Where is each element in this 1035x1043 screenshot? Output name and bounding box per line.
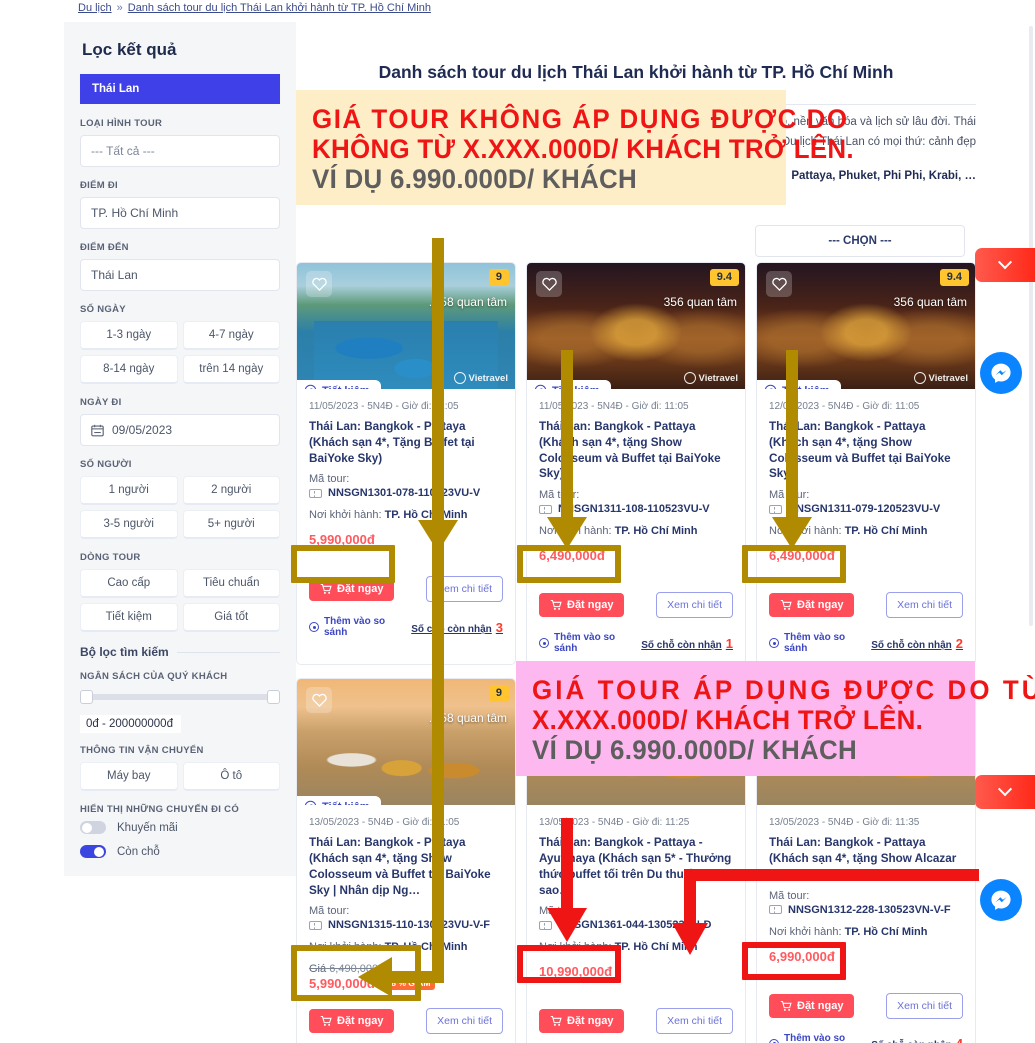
messenger-button-bottom[interactable]: [980, 879, 1022, 921]
floating-red-tab-top[interactable]: [975, 248, 1035, 282]
price-highlight-gold-1: [291, 545, 395, 583]
annotation-yellow-line2: KHÔNG TỪ X.XXX.000D/ KHÁCH TRỞ LÊN.: [312, 134, 854, 165]
annotation-pink-line1: GIÁ TOUR ÁP DỤNG ĐƯỢC DO TỪ: [532, 675, 1035, 705]
annotation-pink-line2: X.XXX.000D/ KHÁCH TRỞ LÊN.: [532, 705, 924, 736]
price-highlight-red-1: [517, 945, 621, 983]
annotation-yellow-line1: GIÁ TOUR KHÔNG ÁP DỤNG ĐƯỢC DO: [312, 104, 849, 134]
floating-red-tab-bottom[interactable]: [975, 775, 1035, 809]
annotation-yellow: GIÁ TOUR KHÔNG ÁP DỤNG ĐƯỢC DO KHÔNG TỪ …: [296, 90, 854, 205]
annotation-pink: GIÁ TOUR ÁP DỤNG ĐƯỢC DO TỪ X.XXX.000D/ …: [516, 661, 1035, 776]
price-highlight-gold-2: [517, 545, 621, 583]
messenger-icon: [991, 363, 1011, 383]
chevron-down-icon: [997, 782, 1013, 797]
messenger-button-top[interactable]: [980, 352, 1022, 394]
annotation-pink-line3: VÍ DỤ 6.990.000D/ KHÁCH: [532, 735, 857, 766]
messenger-icon: [991, 890, 1011, 910]
price-highlight-red-2: [742, 942, 846, 980]
price-highlight-gold-3: [742, 545, 846, 583]
page-root: Du lịch» Danh sách tour du lịch Thái Lan …: [0, 0, 1035, 1043]
annotation-yellow-line3: VÍ DỤ 6.990.000D/ KHÁCH: [312, 164, 637, 195]
chevron-down-icon: [997, 255, 1013, 270]
price-highlight-gold-4: [291, 945, 421, 1001]
